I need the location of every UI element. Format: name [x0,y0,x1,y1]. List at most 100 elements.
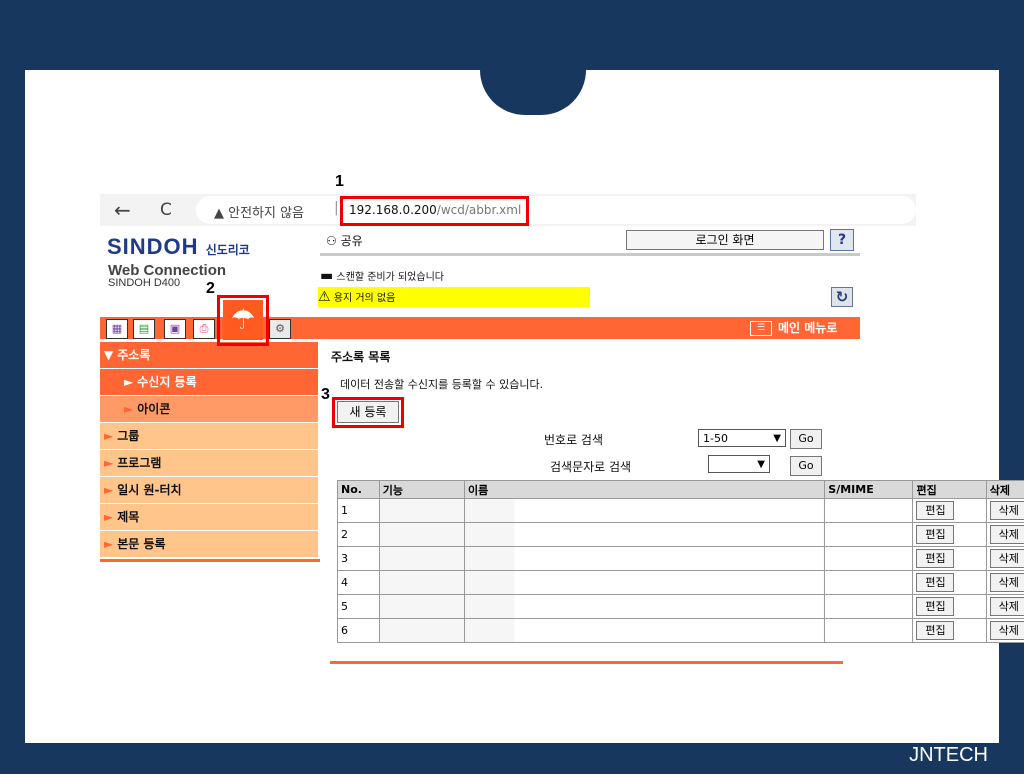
device-info-icon: ▦ [111,322,123,335]
warning-icon: ⚠ [318,289,331,305]
tab-settings[interactable]: ⚙ [269,319,291,339]
triangle-right-icon: ► [104,510,114,524]
smime-cell [824,546,914,571]
triangle-right-icon: ► [104,483,114,497]
address-bar[interactable]: ▲ 안전하지 않음 | 192.168.0.200/wcd/abbr.xml [196,196,916,224]
table-row: 1 편집 삭제 [337,498,1024,523]
scanner-icon: ▬ [320,268,334,284]
sidebar-bottom-line [100,559,320,562]
row-number: 2 [337,522,380,547]
go-button-text[interactable]: Go [790,456,822,476]
edit-button[interactable]: 편집 [916,525,955,544]
edit-button[interactable]: 편집 [916,549,955,568]
smime-cell [824,570,914,595]
table-row: 3 편집 삭제 [337,546,1024,571]
address-table: No. 기능 이름 S/MIME 편집 삭제 1 편집 삭제 2 편집 삭제 3 편집 삭제… [337,480,1024,643]
edit-button[interactable]: 편집 [916,597,955,616]
delete-button[interactable]: 삭제 [989,549,1024,568]
row-number: 4 [337,570,380,595]
search-by-number-label: 번호로 검색 [544,433,604,447]
function-cell [378,570,465,595]
name-cell [463,522,826,547]
delete-button[interactable]: 삭제 [989,621,1024,640]
help-button[interactable]: ? [830,229,854,251]
name-cell [463,498,826,523]
edit-button[interactable]: 편집 [916,501,955,520]
name-cell [463,570,826,595]
tab-job[interactable]: ▤ [133,319,155,339]
row-number: 1 [337,498,380,523]
tab-print[interactable]: ⎙ [193,319,215,339]
security-warning[interactable]: ▲ 안전하지 않음 [214,202,304,221]
refresh-icon: ↻ [835,288,849,306]
sidebar-item-recipient-registration[interactable]: ► 수신지 등록 [100,369,318,395]
triangle-right-icon: ► [104,456,114,470]
name-cell [463,546,826,571]
col-header-no: No. [337,480,380,499]
user-indicator: ⚇ 공유 [326,234,363,248]
sindoh-logo: SINDOH 신도리코 [107,234,250,259]
back-icon[interactable]: ← [114,198,131,222]
smime-cell [824,618,914,643]
go-button-number[interactable]: Go [790,429,822,449]
table-row: 5 편집 삭제 [337,594,1024,619]
card-notch [480,70,586,115]
highlight-box-new-button [332,397,404,428]
page-description: 데이터 전송할 수신지를 등록할 수 있습니다. [340,378,544,391]
sidebar-item-one-touch[interactable]: ► 일시 원-터치 [100,477,318,503]
delete-button[interactable]: 삭제 [989,597,1024,616]
footer-brand: JNTECH [909,744,988,766]
function-cell [378,618,465,643]
table-row: 2 편집 삭제 [337,522,1024,547]
triangle-right-icon: ► [124,402,134,416]
main-menu-link[interactable]: ☰ 메인 메뉴로 [750,319,837,336]
content-bottom-line [330,661,843,664]
col-header-function: 기능 [378,480,465,499]
reload-icon[interactable]: C [160,200,172,220]
search-by-text-label: 검색문자로 검색 [550,460,632,474]
text-search-select[interactable]: ▼ [708,455,770,473]
delete-button[interactable]: 삭제 [989,525,1024,544]
row-number: 5 [337,594,380,619]
edit-button[interactable]: 편집 [916,621,955,640]
triangle-down-icon: ▼ [104,348,114,362]
sidebar-item-group[interactable]: ► 그룹 [100,423,318,449]
col-header-name: 이름 [463,480,826,499]
number-range-select[interactable]: 1-50 ▼ [698,429,786,447]
row-number: 6 [337,618,380,643]
tab-box[interactable]: ▣ [164,319,186,339]
highlight-box-tab [217,295,269,346]
table-row: 4 편집 삭제 [337,570,1024,595]
tab-device-info[interactable]: ▦ [106,319,128,339]
refresh-button[interactable]: ↻ [831,287,853,307]
triangle-right-icon: ► [104,537,114,551]
box-icon: ▣ [169,322,181,335]
col-header-smime: S/MIME [824,480,914,499]
function-cell [378,546,465,571]
smime-cell [824,498,914,523]
logo-korean: 신도리코 [205,243,250,257]
col-header-edit: 편집 [912,480,987,499]
page-title: 주소록 목록 [331,350,391,364]
sidebar-item-program[interactable]: ► 프로그램 [100,450,318,476]
name-cell [463,618,826,643]
triangle-right-icon: ► [124,375,134,389]
sidebar-item-icon[interactable]: ► 아이콘 [100,396,318,422]
delete-button[interactable]: 삭제 [989,501,1024,520]
delete-button[interactable]: 삭제 [989,573,1024,592]
sidebar-item-subject[interactable]: ► 제목 [100,504,318,530]
sidebar-item-address-book[interactable]: ▼ 주소록 [100,342,318,368]
user-icon: ⚇ [326,234,337,248]
chevron-down-icon: ▼ [773,433,781,444]
chevron-down-icon: ▼ [757,459,765,470]
sidebar-item-body[interactable]: ► 본문 등록 [100,531,318,557]
edit-button[interactable]: 편집 [916,573,955,592]
login-screen-button[interactable]: 로그인 화면 [626,230,824,250]
settings-icon: ⚙ [275,322,285,335]
function-cell [378,594,465,619]
header-divider [320,253,860,256]
col-header-delete: 삭제 [985,480,1024,499]
step-3-label: 3 [321,386,330,403]
print-icon: ⎙ [199,322,209,335]
step-1-label: 1 [335,173,344,190]
